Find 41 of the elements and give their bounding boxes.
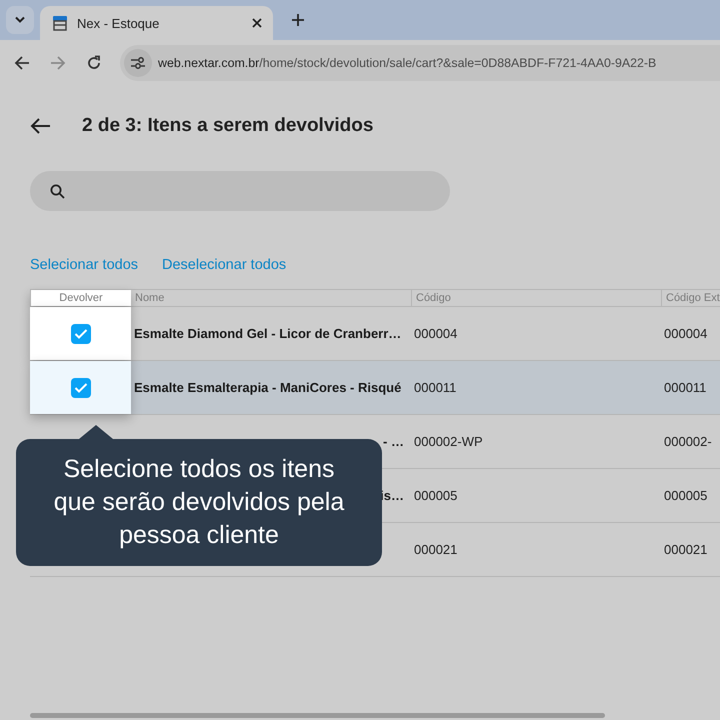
- browser-tab[interactable]: Nex - Estoque: [40, 6, 273, 40]
- table-cell: 000004: [414, 326, 458, 341]
- sliders-icon: [130, 56, 146, 70]
- back-arrow-icon[interactable]: [30, 118, 50, 134]
- checkbox[interactable]: [70, 324, 90, 344]
- table-cell: 000005: [664, 488, 708, 503]
- table-cell: 000002-: [664, 434, 712, 449]
- table-cell: Esmalte Esmalterapia - ManiCores - Risqué: [134, 380, 402, 395]
- check-icon: [74, 328, 88, 340]
- column-header: Devolver: [30, 290, 131, 306]
- back-icon[interactable]: [14, 54, 30, 70]
- tooltip: Selecione todos os itens que serão devolvidos pela pessoa cliente: [16, 439, 382, 566]
- reload-icon[interactable]: [86, 54, 102, 70]
- scrollbar[interactable]: [30, 713, 605, 718]
- column-header: Código: [411, 290, 661, 306]
- table-cell: 000005: [414, 488, 458, 503]
- check-icon: [74, 382, 88, 394]
- column-header: Nome: [134, 291, 166, 306]
- url-text: web.nextar.com.br/home/stock/devolution/sale/cart?&sale=0D88ABDF-F721-4AA0-9A22-B: [158, 56, 656, 70]
- store-icon: [51, 14, 69, 32]
- search-icon: [50, 184, 65, 198]
- tab-title: Nex - Estoque: [77, 16, 160, 30]
- table-cell: 000011: [664, 380, 706, 395]
- table-cell: - …: [383, 434, 404, 449]
- table-cell: Esmalte Diamond Gel - Licor de Cranberr…: [134, 326, 402, 341]
- page-title: 2 de 3: Itens a serem devolvidos: [82, 115, 374, 137]
- address-bar[interactable]: web.nextar.com.br/home/stock/devolution/sale/cart?&sale=0D88ABDF-F721-4AA0-9A22-B: [120, 44, 720, 80]
- table-cell: 000011: [414, 380, 456, 395]
- checkbox[interactable]: [70, 378, 90, 398]
- tab-list-button[interactable]: [6, 6, 34, 34]
- column-header: Código Ext: [661, 290, 720, 306]
- table-cell: 000004: [664, 326, 708, 341]
- tooltip-pointer: [79, 425, 113, 439]
- table-cell: 000002-WP: [414, 434, 483, 449]
- site-settings-button[interactable]: [124, 48, 152, 76]
- table-cell: 000021: [414, 542, 458, 557]
- table-cell: 000021: [664, 542, 708, 557]
- close-icon[interactable]: [251, 17, 263, 29]
- search-field[interactable]: [30, 171, 450, 211]
- plus-icon[interactable]: [291, 13, 305, 27]
- chevron-down-icon: [14, 16, 26, 24]
